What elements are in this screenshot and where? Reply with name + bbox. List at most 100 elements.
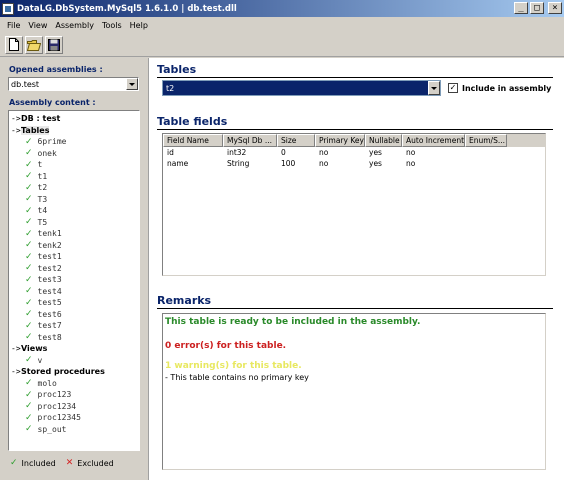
menu-file[interactable]: File: [3, 21, 24, 30]
tree-item[interactable]: ✓ test8: [9, 332, 139, 344]
column-header[interactable]: Enum/S...: [465, 134, 507, 147]
column-header[interactable]: Field Name: [163, 134, 223, 147]
expand-arrow-icon[interactable]: ->: [11, 114, 21, 123]
tree-item[interactable]: ✓ v: [9, 355, 139, 367]
tree-node[interactable]: -> Stored procedures: [9, 366, 139, 378]
column-header[interactable]: Nullable: [365, 134, 402, 147]
column-header[interactable]: Auto Increment: [402, 134, 465, 147]
menu-help[interactable]: Help: [126, 21, 152, 30]
tree-item[interactable]: ✓ test1: [9, 251, 139, 263]
tree-item[interactable]: ✓ t1: [9, 171, 139, 183]
tree-item[interactable]: ✓ test5: [9, 297, 139, 309]
included-check-icon: ✓: [25, 228, 33, 239]
opened-assemblies-label: Opened assemblies :: [9, 65, 103, 74]
tree-item-label: proc12345: [37, 413, 81, 423]
open-button[interactable]: [25, 35, 43, 54]
menu-assembly[interactable]: Assembly: [51, 21, 98, 30]
save-disk-icon: [48, 38, 60, 51]
tree-item-label: test8: [37, 332, 62, 342]
close-button[interactable]: ×: [548, 2, 562, 14]
table-cell: no: [319, 148, 329, 157]
table-fields-heading: Table fields: [157, 115, 553, 130]
save-button[interactable]: [45, 35, 63, 54]
table-row[interactable]: name String 100 no yes no: [163, 158, 545, 169]
tree-item[interactable]: ✓ proc12345: [9, 412, 139, 424]
new-button[interactable]: [5, 35, 23, 54]
tree-item[interactable]: ✓ tenk1: [9, 228, 139, 240]
included-check-icon: ✓: [25, 355, 33, 366]
tree-item[interactable]: ✓ molo: [9, 378, 139, 390]
table-cell: String: [227, 159, 250, 168]
maximize-button[interactable]: □: [530, 2, 544, 14]
include-in-assembly[interactable]: ✓ Include in assembly: [448, 83, 551, 93]
table-row[interactable]: id int32 0 no yes no: [163, 147, 545, 158]
table-selector[interactable]: t2: [162, 80, 441, 96]
included-check-icon: ✓: [25, 148, 33, 159]
table-cell: no: [406, 148, 416, 157]
column-header[interactable]: MySql Db ...: [223, 134, 277, 147]
tree-item[interactable]: ✓ t4: [9, 205, 139, 217]
table-dropdown-button[interactable]: [428, 81, 440, 95]
tree-item[interactable]: ✓ T3: [9, 194, 139, 206]
tree-item-label: test3: [37, 275, 62, 285]
legend: ✓ Included ✕ Excluded: [10, 458, 114, 468]
column-header[interactable]: Primary Key: [315, 134, 365, 147]
included-check-icon: ✓: [10, 458, 18, 468]
tree-item[interactable]: ✓ test3: [9, 274, 139, 286]
menu-view[interactable]: View: [24, 21, 51, 30]
open-folder-icon: [27, 39, 41, 51]
tree-item[interactable]: ✓ t2: [9, 182, 139, 194]
included-check-icon: ✓: [25, 286, 33, 297]
expand-arrow-icon[interactable]: ->: [11, 367, 21, 376]
tree-item[interactable]: ✓ 6prime: [9, 136, 139, 148]
tree-item-label: 6prime: [37, 137, 67, 147]
assembly-tree[interactable]: -> DB : test -> Tables ✓ 6prime ✓ onek ✓ t ✓ t1 ✓ t2 ✓…: [8, 110, 140, 451]
toolbar: [0, 33, 564, 57]
table-cell: yes: [369, 159, 382, 168]
remark-ready: This table is ready to be included in th…: [165, 317, 421, 327]
fields-grid[interactable]: Field Name MySql Db ... Size Primary Key Nul…: [162, 133, 546, 276]
tree-node[interactable]: -> Views: [9, 343, 139, 355]
included-check-icon: ✓: [25, 424, 33, 435]
tree-item-label: Tables: [21, 125, 50, 135]
tree-item[interactable]: ✓ T5: [9, 217, 139, 229]
column-header[interactable]: Size: [277, 134, 315, 147]
expand-arrow-icon[interactable]: ->: [11, 344, 21, 353]
tree-item-label: test2: [37, 263, 62, 273]
tree-item[interactable]: ✓ onek: [9, 148, 139, 160]
minimize-button[interactable]: _: [514, 2, 528, 14]
tree-item-label: v: [37, 355, 43, 365]
tree-item[interactable]: ✓ test2: [9, 263, 139, 275]
dropdown-button[interactable]: [126, 78, 138, 90]
window-title: DataLG.DbSystem.MySql5 1.6.1.0 | db.test…: [17, 3, 237, 14]
tree-node[interactable]: -> DB : test: [9, 113, 139, 125]
chevron-down-icon: [129, 82, 135, 86]
tree-item[interactable]: ✓ tenk2: [9, 240, 139, 252]
tree-item[interactable]: ✓ t: [9, 159, 139, 171]
included-check-icon: ✓: [25, 136, 33, 147]
tree-item-label: t: [37, 160, 43, 170]
tree-item-label: T5: [37, 217, 48, 227]
include-checkbox[interactable]: ✓: [448, 83, 458, 93]
tree-item[interactable]: ✓ test4: [9, 286, 139, 298]
tree-item-label: test7: [37, 321, 62, 331]
tree-item-label: DB : test: [21, 114, 61, 124]
tree-item-label: T3: [37, 194, 48, 204]
tree-item[interactable]: ✓ proc123: [9, 389, 139, 401]
included-check-icon: ✓: [25, 251, 33, 262]
tree-item[interactable]: ✓ proc1234: [9, 401, 139, 413]
left-panel: Opened assemblies : db.test Assembly con…: [0, 58, 148, 480]
menu-tools[interactable]: Tools: [98, 21, 126, 30]
tree-item[interactable]: ✓ sp_out: [9, 424, 139, 436]
tree-item-label: test4: [37, 286, 62, 296]
tree-item[interactable]: ✓ test7: [9, 320, 139, 332]
assembly-selector[interactable]: db.test: [8, 77, 139, 91]
tree-item-label: Stored procedures: [21, 367, 105, 377]
tree-item-label: Views: [21, 344, 48, 354]
table-cell: name: [167, 159, 189, 168]
tree-node[interactable]: -> Tables: [9, 125, 139, 137]
tree-item-label: molo: [37, 378, 57, 388]
tables-heading: Tables: [157, 63, 553, 78]
expand-arrow-icon[interactable]: ->: [11, 126, 21, 135]
tree-item[interactable]: ✓ test6: [9, 309, 139, 321]
